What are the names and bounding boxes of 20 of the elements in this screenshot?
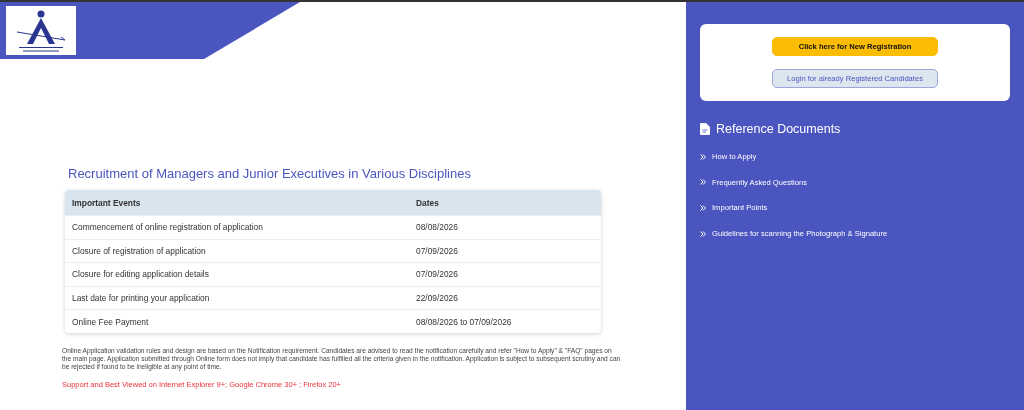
page-title: Recruitment of Managers and Junior Executives in Various Disciplines — [68, 166, 472, 181]
table-cell-text: 22/09/2026 — [415, 293, 459, 304]
table-cell-text: Last date for printing your application — [71, 293, 211, 304]
logo-caption-drawing — [17, 46, 65, 53]
chevrons-icon — [700, 205, 706, 211]
table-cell-text: 08/08/2026 — [415, 222, 459, 233]
table-cell-text: 07/09/2026 — [415, 245, 459, 256]
table-cell-text: Online Fee Payment — [71, 316, 150, 327]
table-cell-text: Closure of registration of application — [71, 245, 207, 256]
chevrons-icon — [700, 153, 706, 160]
table-cell-text: 07/09/2026 — [415, 269, 459, 280]
column-header: Important Events — [71, 197, 142, 208]
chevrons-icon — [700, 179, 706, 186]
document-icon — [700, 123, 710, 135]
column-header: Dates — [415, 197, 440, 208]
table-cell-text: Commencement of online registration of application — [71, 222, 264, 233]
table-cell-text: 08/08/2026 to 07/09/2026 — [415, 316, 513, 327]
section-title: Reference Documents — [716, 122, 841, 136]
chevrons-icon — [700, 230, 706, 237]
table-cell-text: Closure for editing application details — [71, 269, 210, 280]
